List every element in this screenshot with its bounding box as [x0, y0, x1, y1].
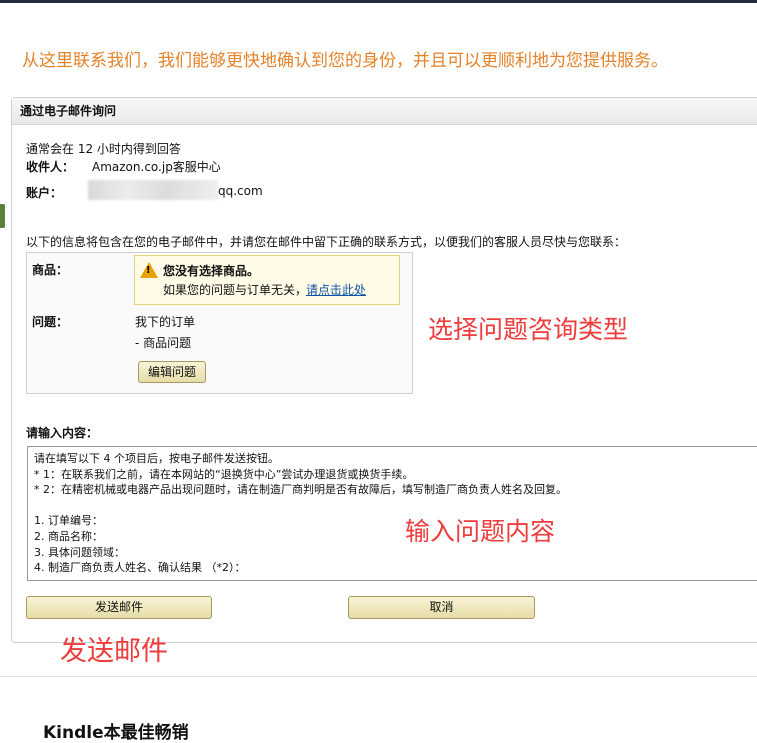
recipient-value: Amazon.co.jp客服中心 — [92, 160, 221, 174]
annotation-select-type: 选择问题咨询类型 — [428, 315, 629, 344]
panel-title: 通过电子邮件询问 — [12, 98, 757, 125]
warning-title: 您没有选择商品。 — [163, 264, 260, 278]
cancel-button[interactable]: 取消 — [348, 596, 535, 619]
warning-triangle-icon: ! — [140, 262, 158, 278]
side-feedback-tab[interactable] — [0, 204, 5, 228]
warning-text: 如果您的问题与订单无关， — [163, 283, 308, 297]
issue-line-1: 我下的订单 — [135, 315, 196, 329]
recipient-label: 收件人： — [26, 160, 75, 174]
account-value: qq.com — [218, 184, 263, 198]
account-redacted — [88, 180, 218, 200]
content-label: 请输入内容： — [26, 426, 99, 440]
content-textarea[interactable]: 请在填写以下 4 个项目后，按电子邮件发送按钮。 * 1：在联系我们之前，请在本… — [27, 446, 757, 581]
annotation-send-mail: 发送邮件 — [60, 636, 168, 667]
issue-line-2: - 商品问题 — [135, 336, 192, 350]
click-here-link[interactable]: 请点击此处 — [306, 281, 366, 298]
edit-issue-button[interactable]: 编辑问题 — [138, 361, 206, 383]
issue-label: 问题： — [32, 315, 69, 329]
top-nav-bar — [0, 0, 757, 3]
intro-text: 从这里联系我们，我们能够更快地确认到您的身份，并且可以更顺利地为您提供服务。 — [22, 51, 668, 71]
info-note: 以下的信息将包含在您的电子邮件中，并请您在邮件中留下正确的联系方式，以便我们的客… — [26, 235, 627, 249]
account-label: 账户： — [26, 186, 63, 200]
warning-box: ! 您没有选择商品。 如果您的问题与订单无关， 请点击此处 — [134, 255, 400, 305]
section-divider — [0, 676, 757, 677]
product-label: 商品： — [32, 263, 69, 277]
send-mail-button[interactable]: 发送邮件 — [26, 596, 212, 619]
kindle-bestseller-heading: Kindle本最佳畅销 — [43, 723, 189, 743]
annotation-input-content: 输入问题内容 — [405, 517, 556, 546]
response-time: 通常会在 12 小时内得到回答 — [26, 142, 181, 156]
